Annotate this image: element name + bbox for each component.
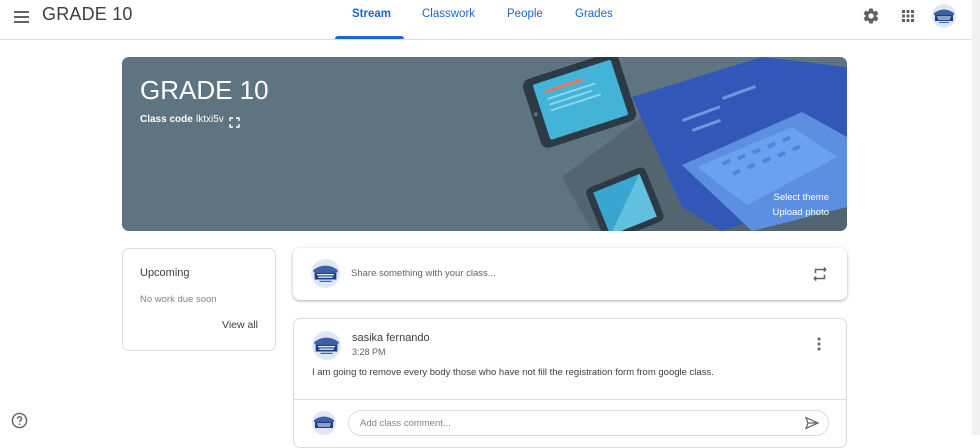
upcoming-title: Upcoming — [140, 267, 190, 279]
fullscreen-code-button[interactable] — [229, 115, 240, 133]
post-time: 3:28 PM — [352, 347, 386, 357]
share-announcement-card[interactable]: Share something with your class... — [293, 248, 847, 300]
post-divider — [294, 399, 846, 400]
class-comment-input[interactable]: Add class comment... — [348, 410, 829, 436]
page-scrollbar[interactable] — [972, 0, 980, 435]
class-code-label: Class code — [140, 114, 193, 125]
post-options-button[interactable] — [811, 336, 827, 357]
commenter-avatar — [312, 411, 336, 435]
repost-button[interactable] — [811, 265, 829, 288]
tab-classwork[interactable]: Classwork — [422, 8, 475, 20]
upload-photo-link[interactable]: Upload photo — [772, 207, 829, 218]
fullscreen-icon — [229, 117, 240, 128]
tab-people[interactable]: People — [507, 8, 543, 20]
settings-button[interactable] — [862, 7, 880, 30]
school-logo-icon — [932, 4, 956, 28]
tab-grades[interactable]: Grades — [575, 8, 613, 20]
upcoming-card: Upcoming No work due soon View all — [122, 248, 276, 351]
account-avatar[interactable] — [932, 4, 956, 28]
tab-stream[interactable]: Stream — [352, 8, 391, 20]
select-theme-link[interactable]: Select theme — [774, 192, 829, 203]
top-app-bar: GRADE 10 Stream Classwork People Grades — [0, 0, 980, 40]
announcement-post: sasika fernando 3:28 PM I am going to re… — [293, 318, 847, 448]
gear-icon — [863, 8, 879, 24]
more-vert-icon — [817, 337, 821, 351]
main-menu-button[interactable] — [11, 6, 33, 28]
apps-button[interactable] — [900, 8, 916, 29]
active-tab-indicator — [335, 36, 404, 39]
apps-grid-icon — [902, 10, 914, 22]
school-logo-icon — [311, 259, 340, 288]
upcoming-empty-text: No work due soon — [140, 294, 217, 305]
class-banner: GRADE 10 Class code lktxi5v Select theme… — [122, 57, 847, 231]
menu-icon-line — [14, 16, 29, 18]
menu-icon-line — [14, 21, 29, 23]
post-author: sasika fernando — [352, 332, 430, 344]
author-avatar[interactable] — [312, 331, 341, 360]
post-body: I am going to remove every body those wh… — [312, 367, 714, 378]
school-logo-icon — [312, 331, 341, 360]
send-comment-button[interactable] — [804, 415, 820, 436]
help-button[interactable] — [11, 412, 28, 434]
class-code-value: lktxi5v — [196, 114, 224, 125]
class-title[interactable]: GRADE 10 — [42, 4, 133, 25]
banner-class-title: GRADE 10 — [140, 75, 269, 105]
help-icon — [11, 412, 28, 429]
send-icon — [804, 416, 820, 430]
user-avatar — [311, 259, 340, 288]
school-logo-icon — [312, 411, 336, 435]
share-input-placeholder[interactable]: Share something with your class... — [351, 268, 496, 279]
repeat-icon — [813, 266, 827, 282]
view-all-link[interactable]: View all — [222, 319, 258, 331]
comment-placeholder: Add class comment... — [360, 418, 451, 429]
menu-icon-line — [14, 11, 29, 13]
